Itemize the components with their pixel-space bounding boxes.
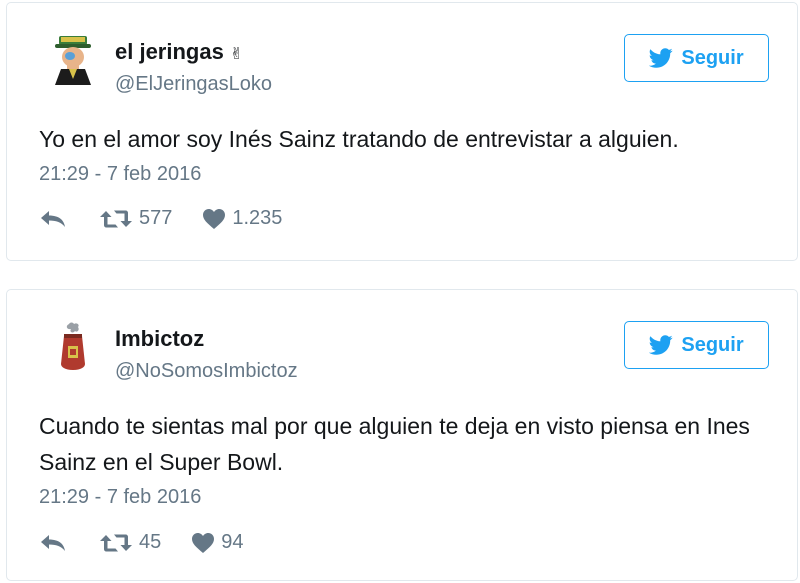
display-name[interactable]: el jeringas ✌ [115, 39, 243, 65]
tweet-card: el jeringas ✌ @ElJeringasLoko Seguir Yo e… [6, 2, 798, 261]
tweet-card: Imbictoz @NoSomosImbictoz Seguir Cuando … [6, 289, 798, 581]
reply-icon [41, 210, 65, 227]
like-button[interactable]: 1.235 [202, 207, 282, 230]
twitter-bird-icon [649, 335, 673, 355]
user-handle[interactable]: @ElJeringasLoko [115, 73, 272, 96]
like-count: 94 [221, 531, 244, 553]
avatar[interactable] [47, 320, 99, 372]
twitter-bird-icon [649, 48, 673, 68]
display-name-text: el jeringas [115, 39, 224, 64]
reply-button[interactable] [39, 532, 69, 554]
retweet-button[interactable]: 577 [99, 207, 172, 230]
tweet-text: Cuando te sientas mal por que alguien te… [39, 413, 750, 475]
retweet-count: 577 [139, 207, 173, 229]
tweet-timestamp[interactable]: 21:29 - 7 feb 2016 [39, 486, 201, 509]
reply-icon [41, 534, 65, 551]
follow-button[interactable]: Seguir [624, 321, 769, 369]
heart-icon [192, 532, 215, 553]
follow-button-label: Seguir [681, 46, 744, 69]
display-name[interactable]: Imbictoz [115, 326, 204, 352]
victory-hand-emoji: ✌ [229, 46, 244, 63]
follow-button-label: Seguir [681, 333, 744, 356]
tweet-actions: 45 94 [39, 531, 244, 554]
avatar[interactable] [47, 33, 99, 85]
reply-button[interactable] [39, 208, 69, 230]
tweet-text: Yo en el amor soy Inés Sainz tratando de… [39, 126, 679, 152]
retweet-icon [100, 534, 132, 551]
like-button[interactable]: 94 [191, 531, 244, 554]
retweet-count: 45 [139, 531, 162, 553]
follow-button[interactable]: Seguir [624, 34, 769, 82]
user-handle[interactable]: @NoSomosImbictoz [115, 360, 298, 383]
tweet-actions: 577 1.235 [39, 207, 282, 230]
heart-icon [203, 208, 226, 229]
retweet-button[interactable]: 45 [99, 531, 161, 554]
like-count: 1.235 [232, 207, 283, 229]
retweet-icon [100, 210, 132, 227]
tweet-timestamp[interactable]: 21:29 - 7 feb 2016 [39, 163, 201, 186]
